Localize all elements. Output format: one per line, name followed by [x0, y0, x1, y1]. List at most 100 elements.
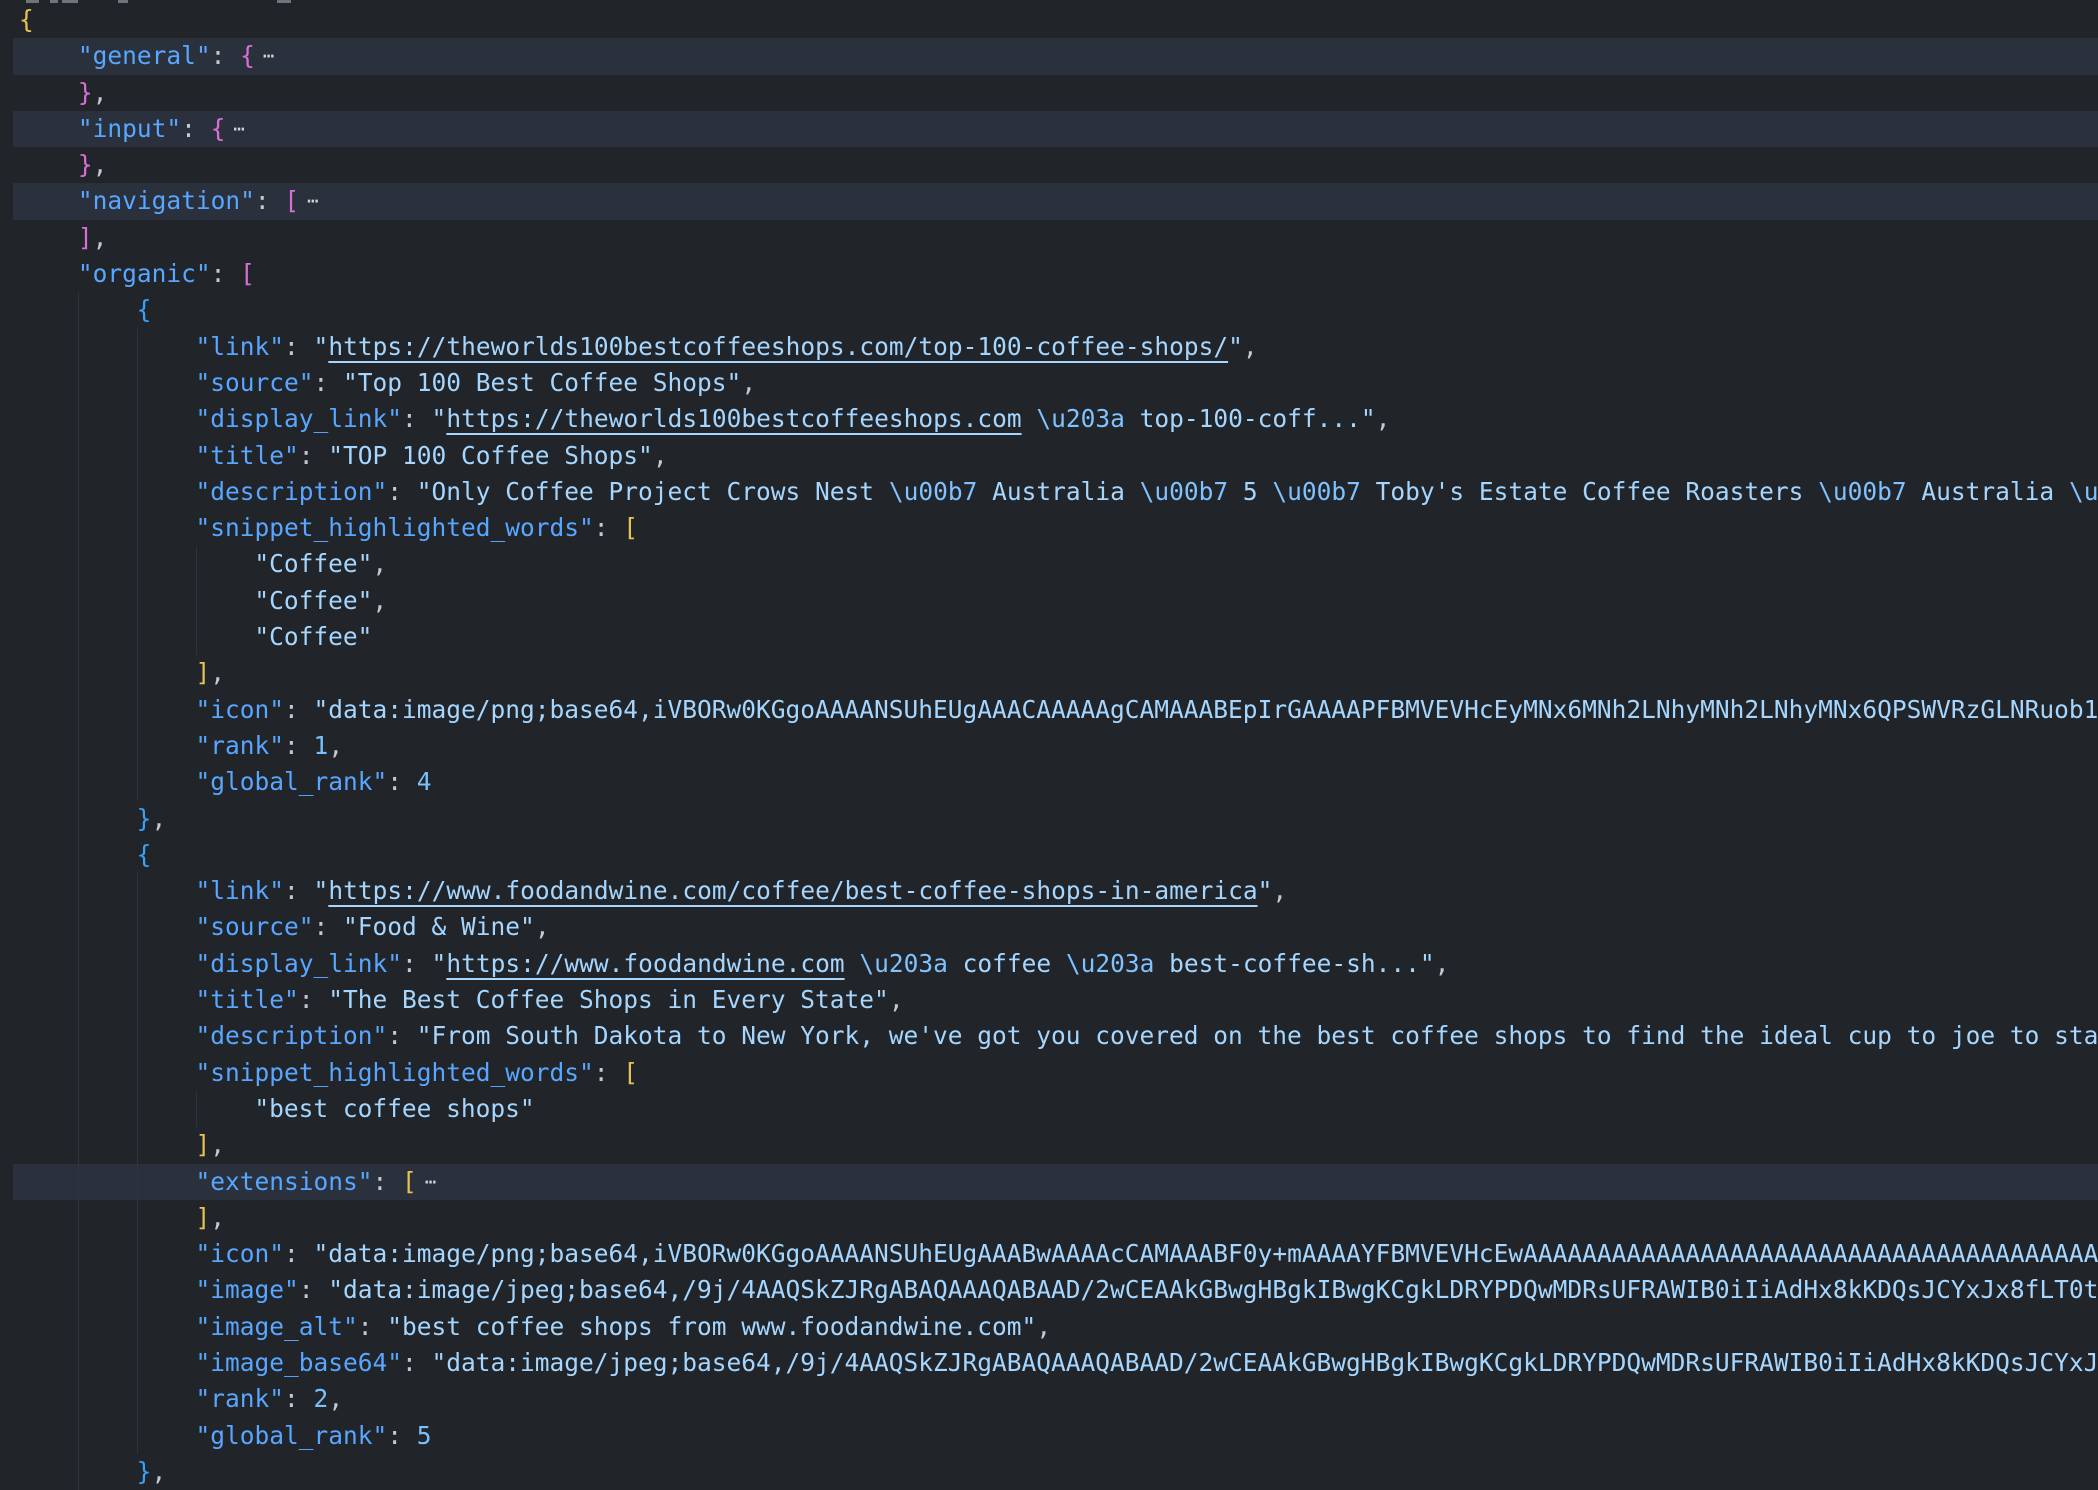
- json-punctuation: :: [314, 368, 344, 397]
- bracket-depth-1: ]: [196, 1203, 211, 1232]
- json-punctuation: ,: [210, 1130, 225, 1159]
- json-string-value: ": [432, 404, 447, 433]
- code-line[interactable]: "Coffee": [0, 619, 2098, 655]
- code-line[interactable]: "global_rank": 4: [0, 764, 2098, 800]
- code-line[interactable]: "rank": 1,: [0, 728, 2098, 764]
- bracket-depth-1: [: [402, 1167, 417, 1196]
- code-line[interactable]: "source": "Food & Wine",: [0, 909, 2098, 945]
- json-string-value: Australia: [977, 477, 1139, 506]
- code-line[interactable]: "display_link": "https://www.foodandwine…: [0, 946, 2098, 982]
- code-line[interactable]: "link": "https://www.foodandwine.com/cof…: [0, 873, 2098, 909]
- code-line[interactable]: "Coffee",: [0, 583, 2098, 619]
- code-line[interactable]: "best coffee shops": [0, 1091, 2098, 1127]
- clipped-glyph-fragment: [50, 0, 58, 3]
- code-line-folded[interactable]: "extensions": [⋯: [0, 1164, 2098, 1200]
- url-link[interactable]: https://theworlds100bestcoffeeshops.com: [446, 404, 1021, 433]
- code-line[interactable]: ],: [0, 220, 2098, 256]
- indent-guide: [78, 546, 79, 582]
- json-punctuation: ,: [889, 985, 904, 1014]
- code-line[interactable]: "display_link": "https://theworlds100bes…: [0, 401, 2098, 437]
- url-link[interactable]: https://www.foodandwine.com/coffee/best-…: [328, 876, 1257, 905]
- json-key: "title": [196, 441, 299, 470]
- json-editor[interactable]: {"general": {⋯},"input": {⋯},"navigation…: [0, 0, 2098, 1458]
- code-text: {: [137, 292, 152, 328]
- code-line[interactable]: ],: [0, 655, 2098, 691]
- indent-guide: [137, 982, 138, 1018]
- code-text: "global_rank": 4: [196, 764, 432, 800]
- fold-ellipsis-icon[interactable]: ⋯: [263, 38, 271, 74]
- code-line[interactable]: },: [0, 1454, 2098, 1490]
- code-line[interactable]: },: [0, 801, 2098, 837]
- indent-guide: [137, 401, 138, 437]
- code-line[interactable]: "title": "TOP 100 Coffee Shops",: [0, 438, 2098, 474]
- json-key: "source": [196, 368, 314, 397]
- fold-ellipsis-icon[interactable]: ⋯: [233, 111, 241, 147]
- json-punctuation: :: [299, 1275, 329, 1304]
- code-line-folded[interactable]: "general": {⋯: [0, 38, 2098, 74]
- code-line[interactable]: "title": "The Best Coffee Shops in Every…: [0, 982, 2098, 1018]
- indent-guide: [137, 946, 138, 982]
- code-line[interactable]: "snippet_highlighted_words": [: [0, 510, 2098, 546]
- indent-guide: [196, 546, 197, 582]
- code-line[interactable]: "link": "https://theworlds100bestcoffees…: [0, 329, 2098, 365]
- code-line[interactable]: ],: [0, 1200, 2098, 1236]
- url-link[interactable]: https://theworlds100bestcoffeeshops.com/…: [328, 332, 1228, 361]
- json-number-value: 4: [417, 767, 432, 796]
- code-line[interactable]: "Coffee",: [0, 546, 2098, 582]
- indent-guide: [137, 909, 138, 945]
- code-text: "image": "data:image/jpeg;base64,/9j/4AA…: [196, 1272, 2098, 1308]
- indent-guide: [137, 1127, 138, 1163]
- json-key: "display_link": [196, 404, 403, 433]
- code-line[interactable]: "rank": 2,: [0, 1381, 2098, 1417]
- code-text: "link": "https://www.foodandwine.com/cof…: [196, 873, 1288, 909]
- code-line[interactable]: "icon": "data:image/png;base64,iVBORw0KG…: [0, 692, 2098, 728]
- json-string-value: 5: [1228, 477, 1272, 506]
- code-line-folded[interactable]: "navigation": [⋯: [0, 183, 2098, 219]
- code-line[interactable]: ],: [0, 1127, 2098, 1163]
- code-line[interactable]: "description": "From South Dakota to New…: [0, 1018, 2098, 1054]
- indent-guide: [78, 1454, 79, 1490]
- code-text: "extensions": [⋯: [196, 1164, 434, 1200]
- json-punctuation: ,: [1243, 332, 1258, 361]
- json-punctuation: ,: [372, 549, 387, 578]
- code-line[interactable]: "description": "Only Coffee Project Crow…: [0, 474, 2098, 510]
- url-link[interactable]: https://www.foodandwine.com: [446, 949, 844, 978]
- indent-guide: [78, 1309, 79, 1345]
- code-text: ],: [78, 220, 108, 256]
- code-line[interactable]: },: [0, 147, 2098, 183]
- indent-guide: [78, 837, 79, 873]
- code-line[interactable]: "global_rank": 5: [0, 1418, 2098, 1454]
- indent-guide: [78, 1200, 79, 1236]
- code-line[interactable]: "organic": [: [0, 256, 2098, 292]
- code-line-folded[interactable]: "input": {⋯: [0, 111, 2098, 147]
- json-punctuation: ,: [210, 658, 225, 687]
- code-line[interactable]: "image": "data:image/jpeg;base64,/9j/4AA…: [0, 1272, 2098, 1308]
- json-string-value: ": [314, 332, 329, 361]
- json-punctuation: :: [284, 731, 314, 760]
- indent-guide: [137, 438, 138, 474]
- fold-ellipsis-icon[interactable]: ⋯: [307, 183, 315, 219]
- json-punctuation: :: [255, 186, 285, 215]
- json-number-value: 5: [417, 1421, 432, 1450]
- code-line[interactable]: {: [0, 292, 2098, 328]
- json-escape-sequence: \u00b7: [1140, 477, 1229, 506]
- code-line[interactable]: },: [0, 75, 2098, 111]
- code-line[interactable]: {: [0, 2, 2098, 38]
- json-string-value: "Only Coffee Project Crows Nest: [417, 477, 889, 506]
- fold-ellipsis-icon[interactable]: ⋯: [425, 1164, 433, 1200]
- code-line[interactable]: "image_base64": "data:image/jpeg;base64,…: [0, 1345, 2098, 1381]
- json-punctuation: :: [387, 1021, 417, 1050]
- code-text: {: [19, 2, 34, 38]
- json-string-value: Australia: [1907, 477, 2069, 506]
- json-punctuation: :: [387, 1421, 417, 1450]
- json-escape-sequence: \u203a: [859, 949, 948, 978]
- json-escape-sequence: \u00b7: [2069, 477, 2098, 506]
- code-line[interactable]: "icon": "data:image/png;base64,iVBORw0KG…: [0, 1236, 2098, 1272]
- code-line[interactable]: "image_alt": "best coffee shops from www…: [0, 1309, 2098, 1345]
- code-line[interactable]: "snippet_highlighted_words": [: [0, 1055, 2098, 1091]
- indent-guide: [137, 1381, 138, 1417]
- json-key: "global_rank": [196, 767, 388, 796]
- code-line[interactable]: "source": "Top 100 Best Coffee Shops",: [0, 365, 2098, 401]
- code-line[interactable]: {: [0, 837, 2098, 873]
- json-string-value: "Coffee": [254, 622, 372, 651]
